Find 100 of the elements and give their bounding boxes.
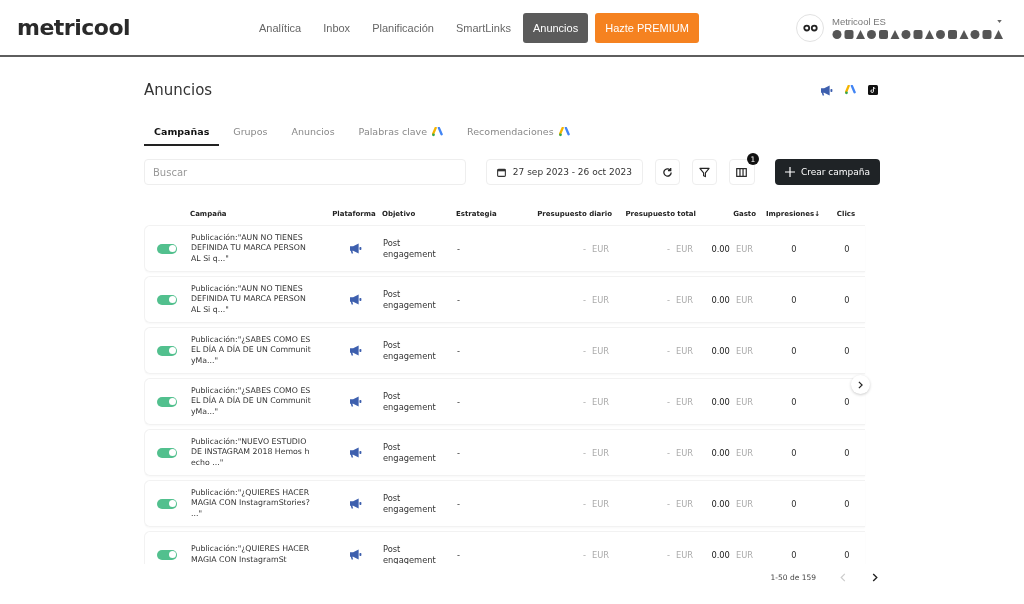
currency-label: EUR bbox=[591, 243, 609, 254]
strategy-cell-text: - bbox=[457, 243, 461, 254]
currency-label: EUR bbox=[675, 498, 693, 509]
date-range-picker[interactable]: 27 sep 2023 - 26 oct 2023 bbox=[485, 159, 643, 185]
objective-cell-text: Post engagement bbox=[383, 391, 437, 412]
total-budget-cell: - bbox=[666, 345, 670, 356]
impressions-cell-text: 0 bbox=[790, 498, 798, 509]
megaphone-icon bbox=[348, 447, 362, 458]
strategy-cell-text: - bbox=[457, 549, 461, 560]
clicks-cell-text: 0 bbox=[843, 294, 851, 305]
strategy-cell-text: - bbox=[457, 447, 461, 458]
nav-tab[interactable]: Anuncios bbox=[522, 12, 589, 43]
objective-cell-text: Post engagement bbox=[383, 442, 437, 463]
megaphone-icon bbox=[348, 396, 362, 407]
objective-cell-text: Post engagement bbox=[383, 238, 437, 259]
objective-cell-text: Post engagement bbox=[383, 544, 437, 564]
impressions-cell-text: 0 bbox=[790, 447, 798, 458]
plus-icon bbox=[784, 167, 795, 177]
currency-label: EUR bbox=[591, 498, 609, 509]
spend-cell: 0.00 bbox=[711, 345, 730, 356]
currency-label: EUR bbox=[675, 243, 693, 254]
tab[interactable]: Palabras clave bbox=[348, 121, 454, 146]
impressions-cell-text: 0 bbox=[790, 396, 798, 407]
daily-budget-cell: - bbox=[582, 549, 586, 560]
nav-tab[interactable]: Planificación bbox=[362, 12, 444, 43]
currency-label: EUR bbox=[735, 243, 753, 254]
currency-label: EUR bbox=[675, 345, 693, 356]
strategy-cell-text: - bbox=[457, 345, 461, 356]
toggle-switch[interactable] bbox=[157, 447, 177, 458]
chevron-left-icon bbox=[840, 573, 846, 582]
toggle-switch[interactable] bbox=[157, 345, 177, 356]
nav-tab[interactable]: Analítica bbox=[249, 12, 312, 43]
nav-tab[interactable]: SmartLinks bbox=[445, 12, 521, 43]
spend-cell: 0.00 bbox=[711, 294, 730, 305]
refresh-icon bbox=[661, 166, 673, 178]
currency-label: EUR bbox=[591, 294, 609, 305]
currency-label: EUR bbox=[675, 447, 693, 458]
chevron-right-icon bbox=[872, 573, 878, 582]
caret-icon[interactable] bbox=[997, 19, 1002, 23]
currency-label: EUR bbox=[735, 345, 753, 356]
account-name[interactable]: Metricool ES bbox=[832, 15, 886, 27]
clicks-cell-text: 0 bbox=[843, 345, 851, 356]
impressions-cell-text: 0 bbox=[790, 549, 798, 560]
clicks-cell-text: 0 bbox=[843, 549, 851, 560]
total-budget-cell: - bbox=[666, 498, 670, 509]
daily-budget-cell: - bbox=[582, 345, 586, 356]
daily-budget-cell: - bbox=[582, 243, 586, 254]
strategy-cell-text: - bbox=[457, 498, 461, 509]
impressions-cell-text: 0 bbox=[790, 345, 798, 356]
toggle-switch[interactable] bbox=[157, 549, 177, 560]
spend-cell: 0.00 bbox=[711, 243, 730, 254]
currency-label: EUR bbox=[735, 447, 753, 458]
currency-label: EUR bbox=[735, 294, 753, 305]
daily-budget-cell: - bbox=[582, 498, 586, 509]
search-field[interactable]: Buscar bbox=[144, 159, 466, 185]
daily-budget-cell: - bbox=[582, 447, 586, 458]
filter-icon bbox=[698, 166, 710, 178]
toggle-switch[interactable] bbox=[157, 243, 177, 254]
total-budget-cell: - bbox=[666, 294, 670, 305]
tab[interactable]: Campañas bbox=[144, 121, 220, 146]
tab[interactable]: Recomendaciones bbox=[457, 121, 580, 146]
clicks-cell-text: 0 bbox=[843, 396, 851, 407]
clicks-cell-text: 0 bbox=[843, 447, 851, 458]
currency-label: EUR bbox=[591, 549, 609, 560]
toggle-switch[interactable] bbox=[157, 498, 177, 509]
currency-label: EUR bbox=[675, 294, 693, 305]
tab[interactable]: Grupos bbox=[223, 121, 278, 146]
clicks-cell-text: 0 bbox=[843, 498, 851, 509]
currency-label: EUR bbox=[735, 498, 753, 509]
impressions-cell-text: 0 bbox=[790, 243, 798, 254]
logo[interactable]: metricool bbox=[17, 15, 249, 40]
total-budget-cell: - bbox=[666, 549, 670, 560]
tab[interactable]: Anuncios bbox=[281, 121, 345, 146]
calendar-icon bbox=[496, 167, 506, 177]
daily-budget-cell: - bbox=[582, 294, 586, 305]
spend-cell: 0.00 bbox=[711, 447, 730, 458]
currency-label: EUR bbox=[591, 345, 609, 356]
scroll-right-button[interactable] bbox=[851, 375, 870, 394]
megaphone-icon bbox=[348, 498, 362, 509]
strategy-cell-text: - bbox=[457, 396, 461, 407]
daily-budget-cell: - bbox=[582, 396, 586, 407]
currency-label: EUR bbox=[735, 549, 753, 560]
objective-cell-text: Post engagement bbox=[383, 289, 437, 310]
megaphone-icon bbox=[348, 243, 362, 254]
create-campaign-button[interactable]: Crear campaña bbox=[774, 159, 880, 185]
megaphone-icon bbox=[348, 549, 362, 560]
spend-cell: 0.00 bbox=[711, 498, 730, 509]
refresh-button[interactable] bbox=[654, 159, 680, 185]
spend-cell: 0.00 bbox=[711, 549, 730, 560]
toggle-switch[interactable] bbox=[157, 294, 177, 305]
toggle-switch[interactable] bbox=[157, 396, 177, 407]
next-page-button[interactable] bbox=[870, 571, 880, 584]
currency-label: EUR bbox=[591, 396, 609, 407]
strategy-cell-text: - bbox=[457, 294, 461, 305]
total-budget-cell: - bbox=[666, 396, 670, 407]
chevron-right-icon bbox=[858, 380, 863, 389]
nav-tab[interactable]: Inbox bbox=[313, 12, 361, 43]
impressions-cell-text: 0 bbox=[790, 294, 798, 305]
filter-button[interactable] bbox=[691, 159, 717, 185]
clicks-cell-text: 0 bbox=[843, 243, 851, 254]
